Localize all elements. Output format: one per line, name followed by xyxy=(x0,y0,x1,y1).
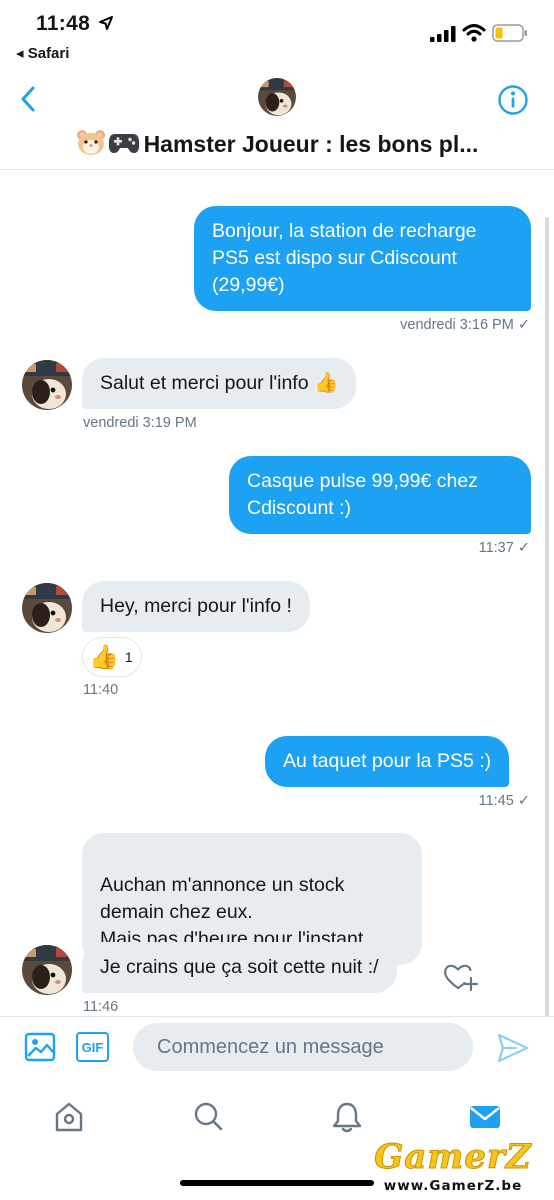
message-text: Hey, merci pour l'info ! xyxy=(100,595,292,617)
sender-avatar[interactable] xyxy=(22,360,72,410)
message-thread[interactable]: Bonjour, la station de recharge PS5 est … xyxy=(0,171,554,1016)
thumbs-up-reaction-icon: 👍 xyxy=(89,643,119,671)
notifications-icon[interactable] xyxy=(330,1100,364,1134)
message-bubble-received[interactable]: Hey, merci pour l'info ! xyxy=(82,581,310,632)
send-icon[interactable] xyxy=(497,1033,529,1063)
message-bubble-sent[interactable]: Casque pulse 99,99€ chez Cdiscount :) xyxy=(229,456,531,534)
conversation-title[interactable]: Hamster Joueur : les bons pl... xyxy=(0,128,554,158)
hamster-avatar-icon xyxy=(22,360,72,410)
reaction-pill[interactable]: 👍 1 xyxy=(82,637,142,677)
conversation-avatar[interactable] xyxy=(258,78,296,116)
message-timestamp: 11:46 xyxy=(83,999,119,1015)
message-text: Casque pulse 99,99€ chez Cdiscount :) xyxy=(247,470,478,519)
hamster-face-icon xyxy=(76,130,105,155)
back-app-label: Safari xyxy=(27,45,70,62)
gif-button[interactable]: GIF xyxy=(76,1032,109,1062)
seen-check-icon: ✓ xyxy=(517,317,530,333)
back-chevron-icon[interactable] xyxy=(14,84,44,114)
message-text: Bonjour, la station de recharge PS5 est … xyxy=(212,220,477,296)
reaction-count: 1 xyxy=(124,649,133,665)
status-bar: 11:48 ◂ Safari xyxy=(0,0,554,70)
conversation-header: Hamster Joueur : les bons pl... xyxy=(0,70,554,170)
messages-icon[interactable] xyxy=(468,1100,502,1134)
message-bubble-received[interactable]: Je crains que ça soit cette nuit :/ xyxy=(82,942,397,993)
seen-check-icon: ✓ xyxy=(517,793,530,809)
back-to-app-link[interactable]: ◂ Safari xyxy=(16,44,69,62)
message-bubble-sent[interactable]: Bonjour, la station de recharge PS5 est … xyxy=(194,206,531,311)
message-timestamp: 11:45 ✓ xyxy=(478,793,530,809)
message-bubble-sent[interactable]: Au taquet pour la PS5 :) xyxy=(265,736,510,787)
message-text: Au taquet pour la PS5 :) xyxy=(283,750,492,772)
message-text: Salut et merci pour l'info 👍 xyxy=(100,372,339,394)
hamster-avatar-icon xyxy=(258,78,296,116)
home-indicator[interactable] xyxy=(180,1180,374,1186)
message-timestamp: 11:37 ✓ xyxy=(478,540,530,556)
message-composer: GIF xyxy=(0,1016,554,1080)
message-text: Je crains que ça soit cette nuit :/ xyxy=(100,956,379,978)
sender-avatar[interactable] xyxy=(22,583,72,633)
image-icon[interactable] xyxy=(24,1031,56,1063)
cellular-signal-icon xyxy=(430,26,456,42)
message-bubble-received[interactable]: Salut et merci pour l'info 👍 xyxy=(82,358,357,409)
hamster-avatar-icon xyxy=(22,945,72,995)
message-input[interactable] xyxy=(133,1023,473,1071)
game-controller-icon xyxy=(108,134,139,153)
watermark-logo: GamerZ xyxy=(374,1137,532,1177)
watermark: GamerZ www.GamerZ.be xyxy=(368,1140,538,1198)
battery-low-icon xyxy=(492,24,527,42)
message-text: Auchan m'annonce un stock demain chez eu… xyxy=(100,874,369,950)
message-timestamp: 11:40 xyxy=(83,682,119,698)
home-icon[interactable] xyxy=(52,1100,86,1134)
title-emojis xyxy=(76,128,140,156)
conversation-title-text: Hamster Joueur : les bons pl... xyxy=(143,131,479,157)
search-icon[interactable] xyxy=(191,1100,225,1134)
hamster-avatar-icon xyxy=(22,583,72,633)
gif-label: GIF xyxy=(81,1039,104,1055)
message-timestamp: vendredi 3:16 PM ✓ xyxy=(400,317,530,333)
location-arrow-icon xyxy=(99,16,113,30)
sender-avatar[interactable] xyxy=(22,945,72,995)
seen-check-icon: ✓ xyxy=(517,540,530,556)
scrollbar[interactable] xyxy=(545,217,549,1016)
heart-add-reaction-icon[interactable] xyxy=(443,961,479,993)
info-icon[interactable] xyxy=(497,84,529,116)
message-timestamp: vendredi 3:19 PM xyxy=(83,415,197,431)
watermark-url: www.GamerZ.be xyxy=(383,1178,523,1194)
status-time: 11:48 xyxy=(36,12,91,35)
wifi-icon xyxy=(462,24,486,42)
